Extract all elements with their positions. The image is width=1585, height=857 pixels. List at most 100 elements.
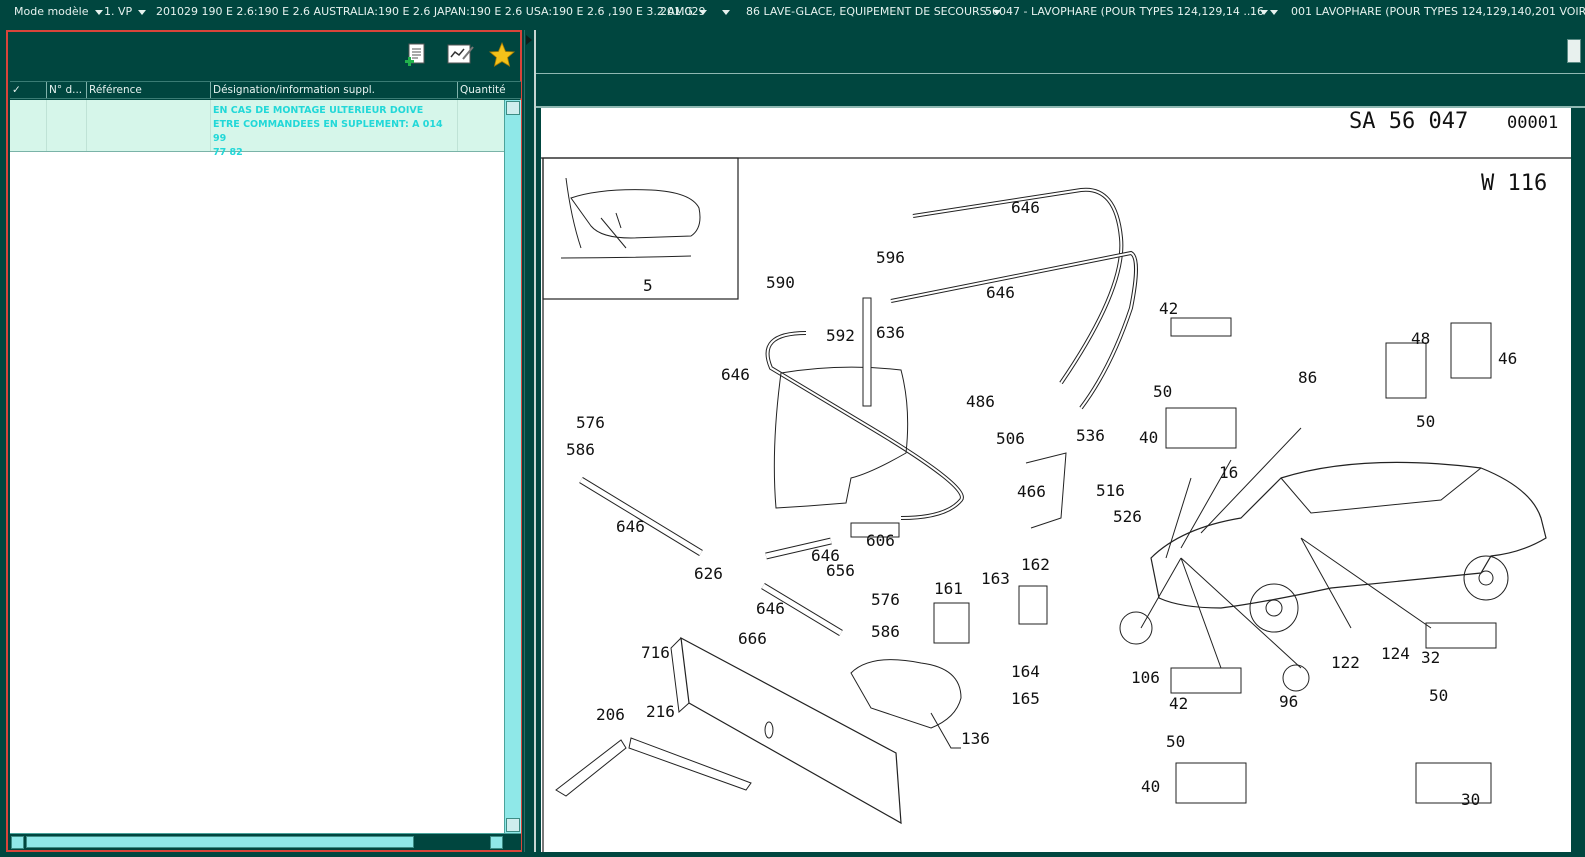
breadcrumb-label: 201.029: [660, 5, 706, 18]
callout-label[interactable]: 165: [1011, 689, 1040, 708]
horizontal-scrollbar[interactable]: [10, 833, 521, 850]
callout-label[interactable]: 646: [1011, 198, 1040, 217]
breadcrumb-group[interactable]: 86 LAVE-GLACE, EQUIPEMENT DE SECOURS: [746, 5, 1001, 18]
callout-label[interactable]: 576: [871, 590, 900, 609]
nozzle-106: [1119, 611, 1153, 645]
car-wheel: [1249, 583, 1299, 633]
cell-designation: EN CAS DE MONTAGE ULTERIEUR DOIVE ETRE C…: [211, 100, 458, 158]
breadcrumb-mode[interactable]: Mode modèle: [14, 5, 103, 18]
breadcrumb-number[interactable]: 16: [1250, 5, 1278, 18]
breadcrumb-subgroup[interactable]: 56047 - LAVOPHARE (POUR TYPES 124,129,14…: [985, 5, 1268, 18]
column-designation[interactable]: Désignation/information suppl.: [211, 82, 458, 98]
callout-label[interactable]: 42: [1159, 299, 1178, 318]
scroll-thumb[interactable]: [26, 836, 414, 848]
edit-notes-icon[interactable]: [445, 41, 474, 69]
callout-label[interactable]: 122: [1331, 653, 1360, 672]
car-body: [1150, 461, 1547, 609]
callout-label[interactable]: 164: [1011, 662, 1040, 681]
scroll-up-button[interactable]: [506, 101, 520, 115]
callout-label[interactable]: 526: [1113, 507, 1142, 526]
callout-label[interactable]: 40: [1139, 428, 1158, 447]
callout-label[interactable]: 592: [826, 326, 855, 345]
column-reference[interactable]: Référence: [87, 82, 211, 98]
chevron-down-icon[interactable]: [721, 9, 730, 15]
diagram-drawing[interactable]: SA 56 047 00001 W 116 646596590592 63664…: [541, 108, 1571, 852]
callout-label[interactable]: 646: [756, 599, 785, 618]
callout-label[interactable]: 32: [1421, 648, 1440, 667]
callout-label[interactable]: 30: [1461, 790, 1480, 809]
breadcrumb-chassis[interactable]: 201.029: [660, 5, 730, 18]
panel-splitter[interactable]: [524, 30, 533, 852]
cell-check[interactable]: [10, 100, 47, 151]
callout-label[interactable]: 636: [876, 323, 905, 342]
callout-label[interactable]: 466: [1017, 482, 1046, 501]
callout-label[interactable]: 106: [1131, 668, 1160, 687]
car-windows: [1280, 467, 1482, 514]
breadcrumb-model[interactable]: 201029 190 E 2.6:190 E 2.6 AUSTRALIA:190…: [156, 5, 707, 18]
callout-label[interactable]: 5: [643, 276, 653, 295]
bumper-hole: [764, 721, 774, 739]
callout-label[interactable]: 586: [566, 440, 595, 459]
callout-label[interactable]: 626: [694, 564, 723, 583]
add-document-icon[interactable]: [402, 41, 430, 69]
callout-label[interactable]: 161: [934, 579, 963, 598]
callout-label[interactable]: 46: [1498, 349, 1517, 368]
callout-label[interactable]: 646: [986, 283, 1015, 302]
callout-label[interactable]: 86: [1298, 368, 1317, 387]
pump-bracket: [930, 712, 961, 749]
scroll-down-button[interactable]: [506, 818, 520, 832]
bracket-42: [1170, 317, 1232, 337]
callout-label[interactable]: 486: [966, 392, 995, 411]
chevron-down-icon[interactable]: [94, 9, 103, 15]
vertical-scrollbar[interactable]: [504, 100, 521, 833]
callout-label[interactable]: 596: [876, 248, 905, 267]
callout-label[interactable]: 536: [1076, 426, 1105, 445]
column-check[interactable]: ✓: [10, 82, 47, 98]
inset-bumper: [560, 255, 692, 259]
callout-label[interactable]: 586: [871, 622, 900, 641]
breadcrumb-vehicle-class[interactable]: 1. VP: [104, 5, 147, 18]
callout-label[interactable]: 48: [1411, 329, 1430, 348]
callout-label[interactable]: 216: [646, 702, 675, 721]
table-row[interactable]: EN CAS DE MONTAGE ULTERIEUR DOIVE ETRE C…: [10, 100, 504, 158]
car-hub: [1265, 599, 1283, 617]
callout-label[interactable]: 506: [996, 429, 1025, 448]
callout-label[interactable]: 124: [1381, 644, 1410, 663]
chevron-down-icon[interactable]: [138, 9, 147, 15]
column-quantity[interactable]: Quantité: [458, 82, 521, 98]
callout-label[interactable]: 606: [866, 531, 895, 550]
callout-label[interactable]: 40: [1141, 777, 1160, 796]
callout-label[interactable]: 50: [1416, 412, 1435, 431]
callout-label[interactable]: 646: [721, 365, 750, 384]
callout-label[interactable]: 590: [766, 273, 795, 292]
callout-label[interactable]: 716: [641, 643, 670, 662]
cell-number: [47, 100, 87, 151]
collapse-arrow-icon[interactable]: [526, 35, 532, 45]
callout-label[interactable]: 576: [576, 413, 605, 432]
callout-label[interactable]: 136: [961, 729, 990, 748]
callout-label[interactable]: 646: [616, 517, 645, 536]
callout-label[interactable]: 50: [1429, 686, 1448, 705]
callout-label[interactable]: 206: [596, 705, 625, 724]
scroll-right-button[interactable]: [490, 836, 503, 849]
callout-label[interactable]: 666: [738, 629, 767, 648]
callout-label[interactable]: 656: [826, 561, 855, 580]
favorite-star-icon[interactable]: [488, 41, 516, 69]
chevron-down-icon[interactable]: [1270, 9, 1278, 15]
callout-label[interactable]: 162: [1021, 555, 1050, 574]
callout-label[interactable]: 163: [981, 569, 1010, 588]
designation-line: ETRE COMMANDEES EN SUPLEMENT: A 014 99: [213, 119, 443, 144]
exploded-parts-diagram[interactable]: SA 56 047 00001 W 116 646 596 590 592 63…: [541, 108, 1571, 852]
breadcrumb-sheet[interactable]: 001 LAVOPHARE (POUR TYPES 124,129,140,20…: [1291, 5, 1585, 18]
callout-label[interactable]: 96: [1279, 692, 1298, 711]
callout-label[interactable]: 516: [1096, 481, 1125, 500]
column-number[interactable]: N° d...: [47, 82, 87, 98]
callout-label[interactable]: 50: [1153, 382, 1172, 401]
scroll-left-button[interactable]: [11, 836, 24, 849]
breadcrumb-label: 56047 - LAVOPHARE (POUR TYPES 124,129,14…: [985, 5, 1254, 18]
callout-label[interactable]: 42: [1169, 694, 1188, 713]
pump-motor-136: [850, 659, 962, 729]
callout-label[interactable]: 16: [1219, 463, 1238, 482]
document-list-icon[interactable]: [1567, 39, 1581, 63]
callout-label[interactable]: 50: [1166, 732, 1185, 751]
